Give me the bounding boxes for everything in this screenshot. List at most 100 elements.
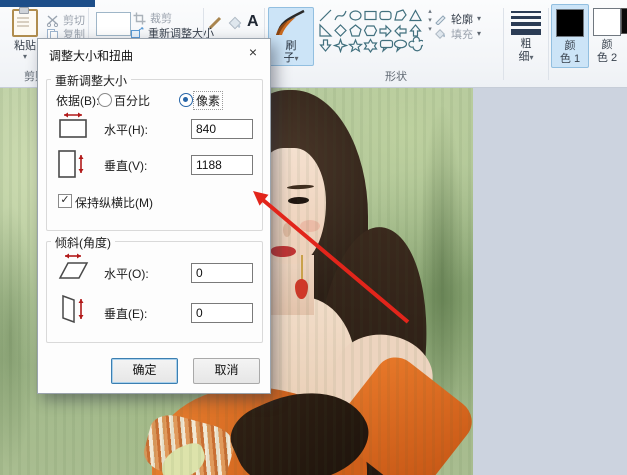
outline-button[interactable]: 轮廓 ▾ xyxy=(434,11,481,27)
skew-group-title: 倾斜(角度) xyxy=(51,234,115,251)
close-icon[interactable]: × xyxy=(244,43,262,61)
crop-icon xyxy=(133,12,146,24)
nose-shadow xyxy=(283,223,291,237)
shape-four-point-star xyxy=(332,37,349,53)
fill-tool-button[interactable] xyxy=(227,15,243,36)
skew-horizontal-icon xyxy=(58,253,89,279)
dialog-title: 调整大小和扭曲 xyxy=(49,49,134,63)
aspect-ratio-checkbox[interactable]: ✓ xyxy=(58,194,72,208)
brush-icon xyxy=(276,9,305,35)
brush-label: 刷 子▾ xyxy=(283,40,299,64)
shape-right-triangle xyxy=(319,23,333,37)
shapes-grid[interactable] xyxy=(318,8,423,53)
earring-drop xyxy=(295,279,308,299)
fill-small-icon xyxy=(435,29,445,39)
color2-label: 颜色 2 xyxy=(596,39,618,64)
file-tab[interactable] xyxy=(0,0,95,7)
tree-shadow xyxy=(0,207,34,467)
select-tool-button[interactable] xyxy=(96,12,131,36)
shapes-group-label: 形状 xyxy=(385,71,407,83)
eyebrow xyxy=(286,184,315,190)
shape-line xyxy=(319,9,332,22)
shoulder xyxy=(328,327,440,421)
shapes-scroll-up-icon: ▴ xyxy=(428,8,432,15)
dress-strap xyxy=(327,348,473,475)
ok-button[interactable]: 确定 xyxy=(111,358,178,384)
shape-rectangle xyxy=(364,10,377,21)
percent-label: 百分比 xyxy=(114,94,151,108)
shape-pentagon xyxy=(349,24,362,37)
paste-label: 粘贴 xyxy=(14,40,36,52)
horizontal-label: 水平(H): xyxy=(104,123,148,137)
resize-skew-dialog: 调整大小和扭曲 × 重新调整大小 依据(B): 百分比 像素 水平(H): 垂直… xyxy=(37,38,271,394)
shape-arrow-right xyxy=(379,24,392,38)
size-label: 粗 细▾ xyxy=(518,38,534,63)
outline-pen-icon xyxy=(435,15,446,25)
brush-tool-button[interactable]: 刷 子▾ xyxy=(268,7,314,66)
size-button[interactable]: 粗 细▾ xyxy=(508,8,544,66)
text-tool-icon: A xyxy=(247,13,259,30)
shapes-scroll-down-icon: ▾ xyxy=(428,17,432,24)
shape-five-point-star xyxy=(347,38,364,53)
horizontal-input[interactable] xyxy=(191,119,253,139)
color1-label: 颜色 1 xyxy=(559,40,581,65)
percent-radio[interactable] xyxy=(98,93,112,107)
paste-dropdown-icon: ▾ xyxy=(22,52,27,61)
shape-curve xyxy=(334,10,347,21)
resize-vertical-icon xyxy=(58,150,84,178)
pixels-radio[interactable] xyxy=(179,93,193,107)
eye xyxy=(287,196,310,205)
line-thickness-icon xyxy=(511,11,541,35)
by-label: 依据(B): xyxy=(56,94,100,108)
brush-dropdown-icon: ▾ xyxy=(294,54,299,63)
tree-shadow xyxy=(420,107,464,437)
vertical-label: 垂直(V): xyxy=(104,159,148,173)
skew-horizontal-input[interactable] xyxy=(191,263,253,283)
separator xyxy=(548,8,549,80)
shape-rounded-callout xyxy=(379,39,394,53)
shape-diamond xyxy=(334,24,347,37)
skew-vertical-input[interactable] xyxy=(191,303,253,323)
outline-dropdown-icon: ▾ xyxy=(477,14,482,23)
paint-window: 粘贴 ▾ 剪切 复制 剪贴板 xyxy=(0,0,627,475)
dress-trim xyxy=(139,409,239,475)
lips xyxy=(270,245,297,258)
separator xyxy=(503,8,504,80)
palette-swatch-partial[interactable] xyxy=(621,8,627,34)
scissors-icon xyxy=(46,14,59,27)
shape-fill-button[interactable]: 填充 ▾ xyxy=(434,26,481,42)
resize-group-title: 重新调整大小 xyxy=(51,72,132,89)
earring-chain xyxy=(301,255,303,281)
fill-bucket-icon xyxy=(228,16,242,30)
resize-horizontal-icon xyxy=(59,112,87,138)
crop-button[interactable]: 裁剪 xyxy=(133,10,172,26)
fill-dropdown-icon: ▾ xyxy=(477,29,482,38)
crop-label: 裁剪 xyxy=(150,13,172,25)
color2-button[interactable]: 颜色 2 xyxy=(589,4,625,66)
color1-button[interactable]: 颜色 1 xyxy=(551,4,589,68)
shape-six-point-star xyxy=(363,38,378,53)
skew-horizontal-label: 水平(O): xyxy=(104,267,149,281)
cheek-blush xyxy=(300,220,320,232)
pixels-label: 像素 xyxy=(192,91,224,110)
fill-label: 填充 xyxy=(451,29,473,41)
shapes-more-icon: ▾ xyxy=(428,26,432,33)
dress xyxy=(152,387,367,475)
vertical-input[interactable] xyxy=(191,155,253,175)
cancel-button[interactable]: 取消 xyxy=(193,358,260,384)
skew-vertical-label: 垂直(E): xyxy=(104,307,148,321)
text-tool-button[interactable]: A xyxy=(247,13,259,31)
color1-swatch xyxy=(556,9,584,37)
shape-arrow-up xyxy=(409,24,422,37)
check-icon: ✓ xyxy=(60,194,70,206)
shape-arrow-down xyxy=(319,39,332,52)
shape-hexagon xyxy=(363,25,378,37)
shape-arrow-left xyxy=(394,24,407,38)
pencil-tool-button[interactable] xyxy=(207,14,224,36)
shape-polygon xyxy=(394,9,407,21)
color2-swatch xyxy=(593,8,621,36)
outline-label: 轮廓 xyxy=(451,14,473,26)
shape-triangle xyxy=(408,9,423,22)
aspect-ratio-label: 保持纵横比(M) xyxy=(75,196,153,210)
shape-cloud-callout xyxy=(408,36,423,52)
